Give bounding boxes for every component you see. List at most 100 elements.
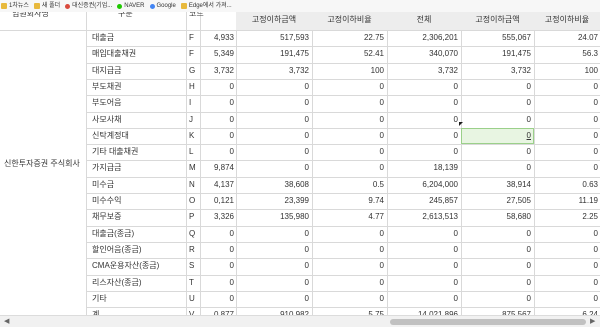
cell-c4[interactable]: 0 bbox=[527, 128, 531, 144]
bookmark-1[interactable]: 1차뉴스 bbox=[1, 2, 29, 10]
cell-c2[interactable]: 9.74 bbox=[368, 193, 384, 209]
cell-c2[interactable]: 100 bbox=[371, 63, 384, 79]
row-category[interactable]: 신탁계정대 bbox=[92, 128, 129, 144]
cell-c1[interactable]: 517,593 bbox=[280, 30, 309, 46]
cell-c3[interactable]: 6,204,000 bbox=[422, 177, 458, 193]
row-category[interactable]: 대출금(종금) bbox=[92, 226, 134, 242]
cell-c3[interactable]: 0 bbox=[454, 144, 458, 160]
row-code[interactable]: T bbox=[189, 275, 194, 291]
cell-c1[interactable]: 0 bbox=[305, 242, 309, 258]
cell-c2[interactable]: 0 bbox=[380, 160, 384, 176]
cell-c5[interactable]: 0 bbox=[594, 79, 598, 95]
row-category[interactable]: 기타 대출채권 bbox=[92, 144, 138, 160]
row-category[interactable]: 가지급금 bbox=[92, 160, 121, 176]
row-category[interactable]: 채무보증 bbox=[92, 209, 121, 225]
cell-c5[interactable]: 0 bbox=[594, 95, 598, 111]
cell-c4[interactable]: 191,475 bbox=[502, 46, 531, 62]
cell-c2[interactable]: 0 bbox=[380, 128, 384, 144]
row-code[interactable]: M bbox=[189, 160, 196, 176]
cell-c1[interactable]: 0 bbox=[305, 79, 309, 95]
cell-c3[interactable]: 0 bbox=[454, 258, 458, 274]
cell-c4[interactable]: 555,067 bbox=[502, 30, 531, 46]
bookmark-5[interactable]: Google bbox=[149, 2, 176, 10]
cell-c1[interactable]: 0 bbox=[305, 144, 309, 160]
cell-c2[interactable]: 0 bbox=[380, 144, 384, 160]
cell-c3[interactable]: 2,306,201 bbox=[422, 30, 458, 46]
cell-c3[interactable]: 2,613,513 bbox=[422, 209, 458, 225]
bookmark-3[interactable]: 대신증권(기업... bbox=[65, 2, 112, 10]
cell-c2[interactable]: 0 bbox=[380, 112, 384, 128]
cell-c5[interactable]: 11.19 bbox=[579, 193, 598, 209]
cell-c4[interactable]: 0 bbox=[527, 291, 531, 307]
cell-c5[interactable]: 56.3 bbox=[582, 46, 598, 62]
cell-partial[interactable]: 0 bbox=[230, 258, 234, 274]
row-code[interactable]: S bbox=[189, 258, 194, 274]
cell-c5[interactable]: 0 bbox=[594, 160, 598, 176]
row-code[interactable]: F bbox=[189, 30, 194, 46]
cell-partial[interactable]: 3,326 bbox=[214, 209, 234, 225]
cell-partial[interactable]: 4,933 bbox=[214, 30, 234, 46]
cell-c3[interactable]: 0 bbox=[454, 79, 458, 95]
cell-c2[interactable]: 5.75 bbox=[368, 307, 384, 315]
cell-c1[interactable]: 0 bbox=[305, 128, 309, 144]
cell-c3[interactable]: 0 bbox=[454, 275, 458, 291]
cell-c4[interactable]: 0 bbox=[527, 144, 531, 160]
cell-c5[interactable]: 0 bbox=[594, 275, 598, 291]
cell-c1[interactable]: 23,399 bbox=[285, 193, 309, 209]
cell-c2[interactable]: 22.75 bbox=[364, 30, 384, 46]
cell-partial[interactable]: 0,877 bbox=[214, 307, 234, 315]
row-code[interactable]: G bbox=[189, 63, 195, 79]
cell-c4[interactable]: 0 bbox=[527, 258, 531, 274]
scroll-right-arrow-icon[interactable]: ▶ bbox=[590, 317, 595, 327]
row-code[interactable]: J bbox=[189, 112, 193, 128]
cell-c1[interactable]: 0 bbox=[305, 291, 309, 307]
cell-partial[interactable]: 5,349 bbox=[214, 46, 234, 62]
cell-c3[interactable]: 14,021,896 bbox=[418, 307, 458, 315]
row-code[interactable]: O bbox=[189, 193, 195, 209]
cell-partial[interactable]: 9,874 bbox=[214, 160, 234, 176]
row-code[interactable]: H bbox=[189, 79, 195, 95]
row-code[interactable]: U bbox=[189, 291, 195, 307]
row-category[interactable]: 기타 bbox=[92, 291, 107, 307]
cell-c1[interactable]: 0 bbox=[305, 258, 309, 274]
bookmark-2[interactable]: 새 폴더 bbox=[33, 2, 60, 10]
cell-c4[interactable]: 875,567 bbox=[502, 307, 531, 315]
cell-c5[interactable]: 2.25 bbox=[582, 209, 598, 225]
row-code[interactable]: L bbox=[189, 144, 193, 160]
cell-c2[interactable]: 0 bbox=[380, 242, 384, 258]
cell-c2[interactable]: 0 bbox=[380, 95, 384, 111]
cell-c1[interactable]: 910,982 bbox=[280, 307, 309, 315]
row-code[interactable]: N bbox=[189, 177, 195, 193]
cell-partial[interactable]: 0 bbox=[230, 95, 234, 111]
row-category[interactable]: 미수금 bbox=[92, 177, 114, 193]
cell-c2[interactable]: 52.41 bbox=[364, 46, 384, 62]
row-code[interactable]: I bbox=[189, 95, 191, 111]
cell-c5[interactable]: 100 bbox=[585, 63, 598, 79]
cell-c3[interactable]: 0 bbox=[454, 128, 458, 144]
row-category[interactable]: CMA운용자산(종금) bbox=[92, 258, 159, 274]
cell-c4[interactable]: 0 bbox=[527, 242, 531, 258]
cell-partial[interactable]: 0 bbox=[230, 275, 234, 291]
cell-partial[interactable]: 0 bbox=[230, 79, 234, 95]
cell-c4[interactable]: 0 bbox=[527, 112, 531, 128]
cell-c3[interactable]: 340,070 bbox=[429, 46, 458, 62]
cell-c3[interactable]: 0 bbox=[454, 112, 458, 128]
horizontal-scrollbar[interactable]: ◀ ▶ bbox=[0, 315, 600, 327]
cell-partial[interactable]: 0 bbox=[230, 128, 234, 144]
row-category[interactable]: 사모사채 bbox=[92, 112, 121, 128]
cell-c2[interactable]: 0 bbox=[380, 79, 384, 95]
row-category[interactable]: 리스자산(종금) bbox=[92, 275, 142, 291]
row-code[interactable]: F bbox=[189, 46, 194, 62]
cell-c1[interactable]: 191,475 bbox=[280, 46, 309, 62]
cell-c4[interactable]: 3,732 bbox=[511, 63, 531, 79]
cell-partial[interactable]: 0 bbox=[230, 242, 234, 258]
row-category[interactable]: 대출금 bbox=[92, 30, 114, 46]
cell-c2[interactable]: 0 bbox=[380, 275, 384, 291]
cell-c3[interactable]: 18,139 bbox=[434, 160, 458, 176]
row-category[interactable]: 부도어음 bbox=[92, 95, 121, 111]
cell-c4[interactable]: 0 bbox=[527, 79, 531, 95]
cell-c3[interactable]: 3,732 bbox=[438, 63, 458, 79]
cell-c3[interactable]: 0 bbox=[454, 242, 458, 258]
row-category[interactable]: 미수수익 bbox=[92, 193, 121, 209]
cell-partial[interactable]: 0 bbox=[230, 144, 234, 160]
